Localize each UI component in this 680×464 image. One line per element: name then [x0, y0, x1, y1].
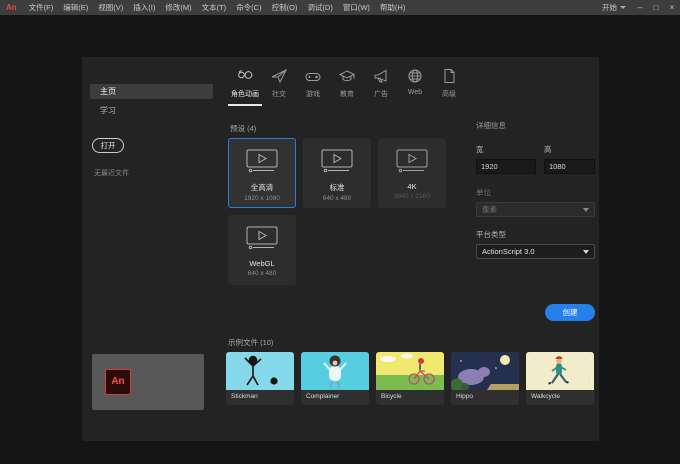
video-preset-icon [319, 149, 355, 178]
video-preset-icon [244, 226, 280, 255]
megaphone-icon [372, 67, 390, 85]
tab-character-animation[interactable]: 角色动画 [228, 67, 262, 106]
height-label: 高 [544, 145, 552, 154]
tab-label: Web [407, 89, 423, 96]
workspace-switcher[interactable]: 开始 [596, 2, 632, 13]
menu-item-insert[interactable]: 插入(I) [128, 0, 160, 15]
recent-project-card[interactable]: An [92, 354, 204, 410]
tab-label: 游戏 [306, 91, 320, 98]
preset-name: 全高清 [250, 183, 274, 192]
sidebar-item-learn[interactable]: 学习 [90, 104, 213, 117]
preset-size: 640 x 480 [322, 195, 352, 202]
tab-advanced[interactable]: 高级 [432, 67, 466, 106]
sample-name: Bicycle [381, 393, 402, 400]
width-field[interactable] [476, 159, 536, 174]
details-panel: 详细信息 宽 高 单位 像素 平台类型 ActionScript 3.0 [476, 120, 595, 259]
platform-value: ActionScript 3.0 [482, 247, 535, 256]
document-icon [440, 67, 458, 85]
preset-name: WebGL [249, 259, 275, 268]
platform-select[interactable]: ActionScript 3.0 [476, 244, 595, 259]
preset-size: 640 x 480 [247, 270, 277, 277]
graduation-cap-icon [338, 67, 356, 85]
walkcycle-thumbnail [526, 352, 594, 390]
sample-card-stickman[interactable]: Stickman [226, 352, 294, 405]
video-preset-icon [394, 149, 430, 178]
animate-logo: An [6, 3, 17, 12]
preset-grid: 全高清 1920 x 1080 标准 640 x 480 4K 3840 x 2… [228, 138, 460, 285]
bicycle-thumbnail [376, 352, 444, 390]
samples-more-chevron[interactable]: › [587, 375, 591, 387]
menu-item-file[interactable]: 文件(F) [24, 0, 59, 15]
stickman-thumbnail [226, 352, 294, 390]
units-select[interactable]: 像素 [476, 202, 595, 217]
platform-label: 平台类型 [476, 230, 506, 239]
preset-size: 1920 x 1080 [244, 195, 280, 202]
sample-card-hippo[interactable]: Hippo [451, 352, 519, 405]
sample-card-complainer[interactable]: Complainer [301, 352, 369, 405]
sample-files-row: Stickman Complainer Bicycle Hippo Walkcy… [226, 352, 594, 405]
active-tab-underline [228, 104, 262, 106]
tab-ads[interactable]: 广告 [364, 67, 398, 106]
preset-card-standard[interactable]: 标准 640 x 480 [303, 138, 371, 208]
sample-card-walkcycle[interactable]: Walkcycle [526, 352, 594, 405]
tab-label: 角色动画 [231, 91, 259, 98]
menu-item-edit[interactable]: 编辑(E) [58, 0, 93, 15]
sample-name: Complainer [306, 393, 340, 400]
width-label: 宽 [476, 145, 484, 154]
samples-heading: 示例文件 (10) [228, 338, 274, 347]
tab-web[interactable]: Web [398, 67, 432, 106]
game-controller-icon [304, 67, 322, 85]
sample-name: Stickman [231, 393, 258, 400]
chevron-down-icon [583, 249, 589, 254]
tab-social[interactable]: 社交 [262, 67, 296, 106]
complainer-thumbnail [301, 352, 369, 390]
chevron-down-icon [620, 6, 626, 9]
tab-education[interactable]: 教育 [330, 67, 364, 106]
globe-icon [406, 67, 424, 85]
tab-games[interactable]: 游戏 [296, 67, 330, 106]
units-label: 单位 [476, 188, 491, 197]
minimize-button[interactable]: – [632, 0, 648, 15]
sample-name: Hippo [456, 393, 473, 400]
preset-name: 标准 [329, 183, 345, 192]
start-screen-panel: 主页 学习 打开 无最近文件 角色动画 社交 游戏 教育 广告 Web 高级 预… [82, 57, 599, 441]
category-tabs: 角色动画 社交 游戏 教育 广告 Web 高级 [228, 67, 466, 106]
create-button[interactable]: 创建 [545, 304, 595, 321]
sample-card-bicycle[interactable]: Bicycle [376, 352, 444, 405]
menu-item-view[interactable]: 视图(V) [93, 0, 128, 15]
paper-plane-icon [270, 67, 288, 85]
close-button[interactable]: × [664, 0, 680, 15]
titlebar: An 文件(F) 编辑(E) 视图(V) 插入(I) 修改(M) 文本(T) 命… [0, 0, 680, 15]
tab-label: 教育 [340, 91, 354, 98]
tab-label: 高级 [442, 91, 456, 98]
height-field[interactable] [544, 159, 595, 174]
tab-label: 广告 [374, 91, 388, 98]
menu-item-text[interactable]: 文本(T) [197, 0, 232, 15]
chevron-down-icon [583, 207, 589, 212]
menu-item-commands[interactable]: 命令(C) [231, 0, 266, 15]
open-button[interactable]: 打开 [92, 138, 124, 153]
presets-heading: 预设 (4) [230, 124, 257, 133]
menu-item-help[interactable]: 帮助(H) [375, 0, 410, 15]
preset-card-4k[interactable]: 4K 3840 x 2160 [378, 138, 446, 208]
preset-card-webgl[interactable]: WebGL 640 x 480 [228, 215, 296, 285]
units-value: 像素 [482, 205, 497, 214]
recent-files-note: 无最近文件 [94, 170, 129, 177]
hippo-thumbnail [451, 352, 519, 390]
tab-label: 社交 [272, 91, 286, 98]
animate-app-icon: An [105, 369, 131, 395]
menu-item-control[interactable]: 控制(O) [267, 0, 303, 15]
menu-item-debug[interactable]: 调试(D) [302, 0, 337, 15]
character-face-icon [236, 67, 254, 85]
preset-card-full-hd[interactable]: 全高清 1920 x 1080 [228, 138, 296, 208]
sidebar-item-home[interactable]: 主页 [90, 84, 213, 99]
menu-item-modify[interactable]: 修改(M) [160, 0, 196, 15]
details-heading: 详细信息 [476, 121, 506, 130]
maximize-button[interactable]: □ [648, 0, 664, 15]
preset-name: 4K [407, 182, 417, 191]
menu-item-window[interactable]: 窗口(W) [338, 0, 375, 15]
video-preset-icon [244, 149, 280, 178]
sample-name: Walkcycle [531, 393, 561, 400]
preset-size: 3840 x 2160 [394, 193, 430, 200]
